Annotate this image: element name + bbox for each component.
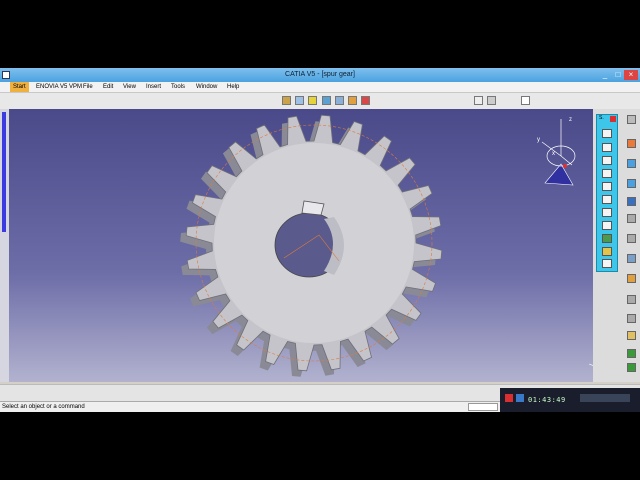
- close-icon[interactable]: [610, 116, 616, 122]
- palette-tool-4-icon[interactable]: [602, 169, 612, 178]
- palette-header[interactable]: S.: [597, 115, 617, 123]
- menu-bar: Start ENOVIA V5 VPM File Edit View Inser…: [0, 82, 640, 93]
- menu-file[interactable]: File: [83, 82, 93, 92]
- tool-shape-icon[interactable]: [308, 96, 317, 105]
- tool-measure-icon[interactable]: [627, 115, 636, 124]
- tool-scale-icon[interactable]: [627, 314, 636, 323]
- menu-tools[interactable]: Tools: [171, 82, 185, 92]
- tray-app-icon[interactable]: [516, 394, 524, 402]
- tool-chamfer-icon[interactable]: [627, 214, 636, 223]
- menu-view[interactable]: View: [123, 82, 136, 92]
- menu-enovia[interactable]: ENOVIA V5 VPM: [36, 82, 82, 92]
- palette-tool-10-icon[interactable]: [602, 247, 612, 256]
- tool-view-icon[interactable]: [322, 96, 331, 105]
- palette-tool-3-icon[interactable]: [602, 156, 612, 165]
- tool-hole-icon[interactable]: [627, 179, 636, 188]
- tool-pad-icon[interactable]: [627, 139, 636, 148]
- tool-remove-icon[interactable]: [627, 363, 636, 372]
- palette-tool-1-icon[interactable]: [602, 129, 612, 138]
- tray-icons[interactable]: [580, 394, 630, 402]
- minimize-button[interactable]: _: [598, 70, 612, 80]
- tool-thickness-icon[interactable]: [627, 331, 636, 340]
- tool-part-icon[interactable]: [295, 96, 304, 105]
- menu-start[interactable]: Start: [10, 82, 29, 92]
- tool-fit-icon[interactable]: [335, 96, 344, 105]
- tool-sketch-icon[interactable]: [521, 96, 530, 105]
- palette-title: S.: [599, 115, 604, 121]
- tool-shell-icon[interactable]: [627, 254, 636, 263]
- title-bar: CATIA V5 - [spur gear] _ □ ×: [0, 68, 640, 82]
- tray-clock: 01:43:49: [528, 396, 566, 404]
- left-scroll-thumb[interactable]: [2, 112, 6, 232]
- palette-tool-2-icon[interactable]: [602, 143, 612, 152]
- tool-pattern-icon[interactable]: [627, 295, 636, 304]
- command-input[interactable]: [468, 403, 498, 411]
- top-toolbar: [0, 93, 640, 109]
- status-prompt: Select an object or a command: [2, 404, 85, 410]
- system-taskbar: 01:43:49: [500, 388, 640, 412]
- tool-pocket-icon[interactable]: [627, 159, 636, 168]
- menu-edit[interactable]: Edit: [103, 82, 113, 92]
- sketch-tools-palette: S.: [596, 114, 618, 272]
- palette-tool-9-icon[interactable]: [602, 234, 612, 243]
- window-title: CATIA V5 - [spur gear]: [285, 71, 355, 78]
- palette-tool-5-icon[interactable]: [602, 182, 612, 191]
- 3d-viewport[interactable]: z y x: [9, 109, 593, 382]
- tool-copy-icon[interactable]: [474, 96, 483, 105]
- tool-pan-icon[interactable]: [348, 96, 357, 105]
- axis-triad-icon: [588, 363, 593, 366]
- tool-paste-icon[interactable]: [487, 96, 496, 105]
- catia-window: CATIA V5 - [spur gear] _ □ × Start ENOVI…: [0, 68, 640, 412]
- tool-boolean-icon[interactable]: [627, 349, 636, 358]
- palette-tool-6-icon[interactable]: [602, 195, 612, 204]
- maximize-button[interactable]: □: [611, 70, 625, 80]
- palette-tool-8-icon[interactable]: [602, 221, 612, 230]
- tool-draft-icon[interactable]: [627, 234, 636, 243]
- menu-insert[interactable]: Insert: [146, 82, 161, 92]
- palette-tool-7-icon[interactable]: [602, 208, 612, 217]
- tool-mirror-icon[interactable]: [627, 274, 636, 283]
- menu-help[interactable]: Help: [227, 82, 239, 92]
- tool-product-icon[interactable]: [282, 96, 291, 105]
- tool-rotate-icon[interactable]: [361, 96, 370, 105]
- close-button[interactable]: ×: [624, 70, 638, 80]
- palette-tool-11-icon[interactable]: [602, 259, 612, 268]
- tool-fillet-icon[interactable]: [627, 197, 636, 206]
- menu-window[interactable]: Window: [196, 82, 217, 92]
- record-icon[interactable]: [505, 394, 513, 402]
